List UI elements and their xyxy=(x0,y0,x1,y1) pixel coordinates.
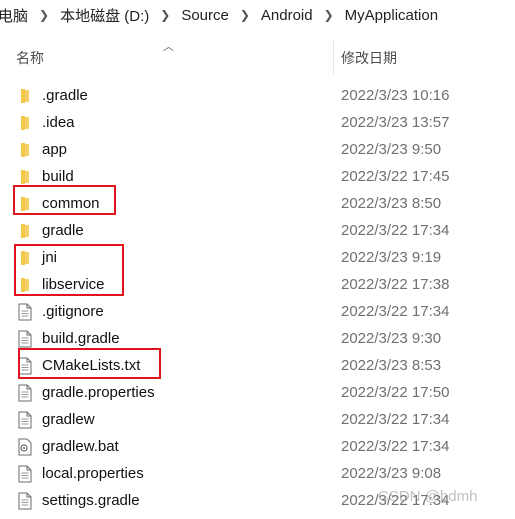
file-icon xyxy=(17,492,33,510)
chevron-right-icon[interactable]: ❯ xyxy=(235,8,255,22)
file-row[interactable]: build.gradle 2022/3/23 9:30 xyxy=(0,325,515,352)
file-name: local.properties xyxy=(42,465,144,482)
file-name: common xyxy=(42,195,100,212)
column-divider[interactable] xyxy=(333,40,334,74)
chevron-right-icon[interactable]: ❯ xyxy=(319,8,339,22)
file-modified-date: 2022/3/22 17:34 xyxy=(341,303,450,320)
column-header: 名称 ︿ 修改日期 xyxy=(0,38,515,74)
file-list: .gradle 2022/3/23 10:16 .idea 2022/3/23 13:… xyxy=(0,82,515,514)
file-modified-date: 2022/3/22 17:38 xyxy=(341,276,450,293)
watermark: CSDN @bdmh xyxy=(378,488,478,505)
file-modified-date: 2022/3/22 17:34 xyxy=(341,438,450,455)
file-modified-date: 2022/3/23 9:50 xyxy=(341,141,442,158)
file-icon xyxy=(17,465,33,483)
batch-file-icon xyxy=(17,438,33,456)
file-modified-date: 2022/3/23 13:57 xyxy=(341,114,450,131)
file-modified-date: 2022/3/22 17:34 xyxy=(341,411,450,428)
file-name: settings.gradle xyxy=(42,492,140,509)
file-modified-date: 2022/3/22 17:45 xyxy=(341,168,450,185)
folder-icon xyxy=(17,168,33,186)
folder-icon xyxy=(17,222,33,240)
file-row[interactable]: common 2022/3/23 8:50 xyxy=(0,190,515,217)
sort-ascending-icon: ︿ xyxy=(163,41,174,53)
file-name: libservice xyxy=(42,276,105,293)
column-header-name[interactable]: 名称 xyxy=(16,48,44,68)
file-row[interactable]: local.properties 2022/3/23 9:08 xyxy=(0,460,515,487)
file-icon xyxy=(17,357,33,375)
file-row[interactable]: libservice 2022/3/22 17:38 xyxy=(0,271,515,298)
breadcrumb-item-android[interactable]: Android xyxy=(255,7,319,24)
file-modified-date: 2022/3/23 9:08 xyxy=(341,465,442,482)
folder-icon xyxy=(17,114,33,132)
file-modified-date: 2022/3/23 8:53 xyxy=(341,357,442,374)
file-row[interactable]: gradlew 2022/3/22 17:34 xyxy=(0,406,515,433)
folder-icon xyxy=(17,195,33,213)
folder-icon xyxy=(17,249,33,267)
file-name: app xyxy=(42,141,68,158)
file-name: gradle xyxy=(42,222,84,239)
file-row[interactable]: build 2022/3/22 17:45 xyxy=(0,163,515,190)
column-header-date[interactable]: 修改日期 xyxy=(341,48,397,68)
breadcrumb-item-drive[interactable]: 本地磁盘 (D:) xyxy=(54,5,155,26)
file-modified-date: 2022/3/22 17:34 xyxy=(341,222,450,239)
folder-icon xyxy=(17,276,33,294)
file-name: gradlew xyxy=(42,411,95,428)
file-modified-date: 2022/3/23 8:50 xyxy=(341,195,442,212)
breadcrumb-item-source[interactable]: Source xyxy=(175,7,235,24)
file-row[interactable]: app 2022/3/23 9:50 xyxy=(0,136,515,163)
file-row[interactable]: .gradle 2022/3/23 10:16 xyxy=(0,82,515,109)
file-row[interactable]: gradlew.bat 2022/3/22 17:34 xyxy=(0,433,515,460)
file-row[interactable]: gradle.properties 2022/3/22 17:50 xyxy=(0,379,515,406)
file-name: build xyxy=(42,168,74,185)
folder-icon xyxy=(17,87,33,105)
file-modified-date: 2022/3/23 9:19 xyxy=(341,249,442,266)
file-modified-date: 2022/3/22 17:50 xyxy=(341,384,450,401)
file-name: jni xyxy=(42,249,58,266)
breadcrumb-item-computer[interactable]: 电脑 xyxy=(0,5,34,26)
breadcrumb-item-myapplication[interactable]: MyApplication xyxy=(339,7,444,24)
file-modified-date: 2022/3/23 9:30 xyxy=(341,330,442,347)
file-name: gradle.properties xyxy=(42,384,155,401)
file-row[interactable]: .idea 2022/3/23 13:57 xyxy=(0,109,515,136)
chevron-right-icon[interactable]: ❯ xyxy=(34,8,54,22)
file-row[interactable]: CMakeLists.txt 2022/3/23 8:53 xyxy=(0,352,515,379)
file-icon xyxy=(17,303,33,321)
file-name: build.gradle xyxy=(42,330,120,347)
file-modified-date: 2022/3/23 10:16 xyxy=(341,87,450,104)
folder-icon xyxy=(17,141,33,159)
file-name: .gradle xyxy=(42,87,88,104)
file-icon xyxy=(17,384,33,402)
file-row[interactable]: .gitignore 2022/3/22 17:34 xyxy=(0,298,515,325)
file-name: .gitignore xyxy=(42,303,104,320)
file-name: CMakeLists.txt xyxy=(42,357,141,374)
file-row[interactable]: jni 2022/3/23 9:19 xyxy=(0,244,515,271)
file-icon xyxy=(17,411,33,429)
file-row[interactable]: gradle 2022/3/22 17:34 xyxy=(0,217,515,244)
file-icon xyxy=(17,330,33,348)
breadcrumb: 电脑 ❯ 本地磁盘 (D:) ❯ Source ❯ Android ❯ MyAp… xyxy=(0,0,515,30)
file-name: gradlew.bat xyxy=(42,438,119,455)
file-name: .idea xyxy=(42,114,75,131)
chevron-right-icon[interactable]: ❯ xyxy=(155,8,175,22)
